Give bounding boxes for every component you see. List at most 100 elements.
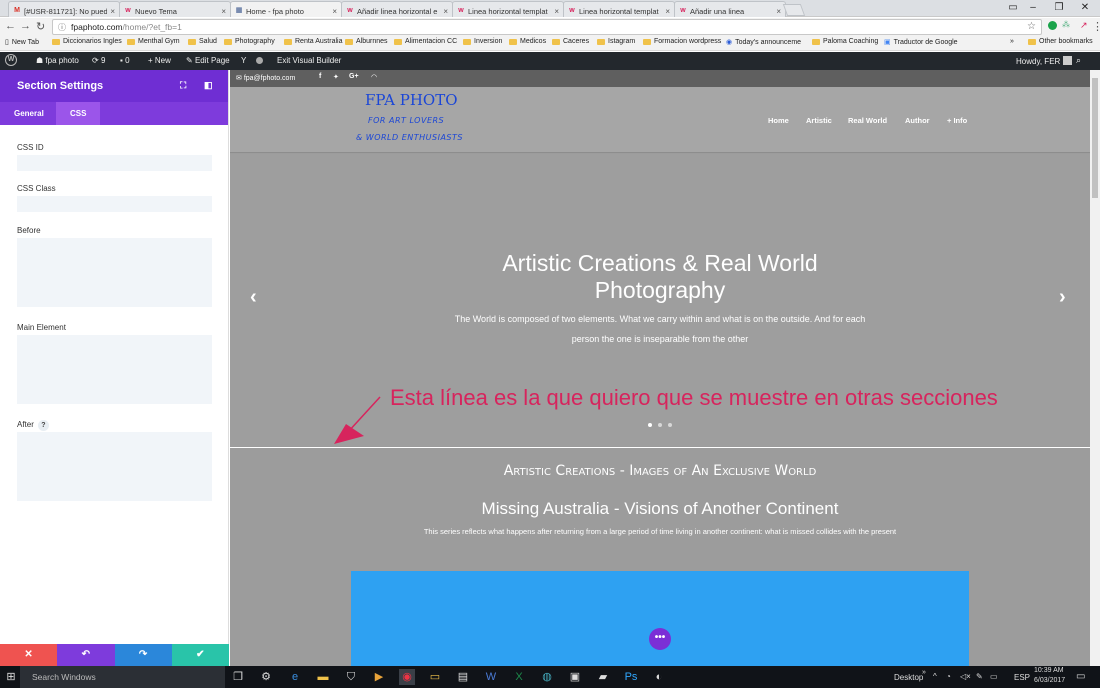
language-indicator[interactable]: ESP	[1014, 673, 1030, 682]
save-button[interactable]: ✔	[171, 644, 229, 666]
extension-icon[interactable]	[1048, 21, 1057, 30]
tab-general[interactable]: General	[0, 102, 58, 125]
redo-button[interactable]: ↷	[114, 644, 172, 666]
network-icon[interactable]: ◔	[946, 672, 951, 681]
windows-start-icon[interactable]: ⊞	[3, 669, 19, 685]
browser-tab[interactable]: M [#USR-811721]: No pued ×	[8, 1, 120, 17]
slider-dot-1[interactable]	[648, 423, 652, 427]
browser-tab[interactable]: w Linea horizontal templat ×	[563, 1, 675, 17]
browser-tab[interactable]: w Añadir una linea ×	[674, 1, 786, 17]
after-textarea[interactable]	[17, 432, 212, 501]
toolbar-overflow-icon[interactable]: »	[922, 669, 926, 676]
nav-artistic[interactable]: Artistic	[806, 116, 832, 125]
tab-css[interactable]: CSS	[56, 102, 101, 125]
wp-site-link[interactable]: ☗ fpa photo	[36, 56, 79, 65]
bookmark-item[interactable]: Alimentacion CC	[394, 38, 457, 45]
url-input[interactable]: ⓘ fpaphoto.com/home/?et_fb=1 ☆	[52, 19, 1042, 35]
bookmark-item[interactable]: Salud	[188, 38, 217, 45]
browser-tab[interactable]: w Linea horizontal templat ×	[452, 1, 564, 17]
app-icon-2[interactable]: ▣	[567, 669, 583, 685]
close-window-button[interactable]: ✕	[1070, 2, 1100, 13]
bookmark-item[interactable]: ▯ New Tab	[5, 38, 39, 47]
browser-tab[interactable]: w Añadir linea horizontal e ×	[341, 1, 453, 17]
taskbar-search[interactable]: Search Windows	[20, 666, 225, 688]
extension-icon-2[interactable]: ⁂	[1062, 20, 1070, 29]
email-link[interactable]: ✉ fpa@fphoto.com	[236, 74, 295, 82]
wp-edit-page[interactable]: ✎ Edit Page	[186, 56, 230, 65]
wp-howdy[interactable]: Howdy, FER	[1016, 56, 1072, 66]
photoshop-icon[interactable]: Ps	[623, 669, 639, 685]
slider-prev-icon[interactable]: ‹	[250, 286, 257, 309]
nav-real-world[interactable]: Real World	[848, 116, 887, 125]
main-element-textarea[interactable]	[17, 335, 212, 404]
css-class-input[interactable]	[17, 196, 212, 212]
chrome-icon[interactable]: ◉	[399, 669, 415, 685]
tab-close-icon[interactable]: ×	[332, 7, 337, 16]
tab-close-icon[interactable]: ×	[776, 7, 781, 16]
wp-updates[interactable]: ⟳ 9	[92, 56, 105, 65]
browser-tab[interactable]: ▦ Home - fpa photo ×	[230, 1, 342, 17]
bookmark-item[interactable]: Renta Australia	[284, 38, 342, 45]
bookmark-item[interactable]: Photography	[224, 38, 275, 45]
bookmark-item[interactable]: Menthal Gym	[127, 38, 180, 45]
store-icon[interactable]: ⛉	[343, 669, 359, 685]
back-icon[interactable]: ←	[5, 20, 16, 32]
bookmark-item[interactable]: ▣ Traductor de Google	[884, 38, 958, 47]
menu-icon[interactable]: ⋮	[1092, 20, 1100, 33]
other-bookmarks[interactable]: Other bookmarks	[1028, 38, 1093, 45]
nav-home[interactable]: Home	[768, 116, 789, 125]
logo-title[interactable]: FPA PHOTO	[365, 91, 458, 109]
clock-date[interactable]: 6/03/2017	[1034, 677, 1065, 684]
extension-icon-3[interactable]: ↗	[1080, 20, 1088, 31]
bookmark-star-icon[interactable]: ☆	[1027, 21, 1036, 32]
google-plus-icon[interactable]: G+	[349, 73, 359, 80]
slider-dot-3[interactable]	[668, 423, 672, 427]
photos-icon[interactable]: ▤	[455, 669, 471, 685]
app-icon-3[interactable]: ▰	[595, 669, 611, 685]
bookmark-item[interactable]: Paloma Coaching	[812, 38, 878, 45]
keyboard-icon[interactable]: ▭	[990, 672, 998, 681]
forward-icon[interactable]: →	[20, 20, 31, 32]
tab-close-icon[interactable]: ×	[554, 7, 559, 16]
bookmark-item[interactable]: Formacion wordpress	[643, 38, 721, 45]
undo-button[interactable]: ↶	[57, 644, 115, 666]
file-explorer-icon[interactable]: ▬	[315, 669, 331, 685]
volume-icon[interactable]: ◁×	[960, 672, 971, 681]
wp-comments[interactable]: ▪ 0	[120, 56, 130, 65]
twitter-icon[interactable]: ✦	[333, 73, 339, 81]
bookmarks-overflow-icon[interactable]: »	[1010, 38, 1014, 45]
browser-tab[interactable]: w Nuevo Tema ×	[119, 1, 231, 17]
bookmark-item[interactable]: Alburnnes	[345, 38, 388, 45]
clock-time[interactable]: 10:39 AM	[1034, 667, 1064, 674]
tab-close-icon[interactable]: ×	[221, 7, 226, 16]
new-tab-button[interactable]	[782, 4, 806, 16]
wordpress-logo-icon[interactable]: W	[5, 54, 17, 66]
css-id-input[interactable]	[17, 155, 212, 171]
app-icon-1[interactable]: ◍	[539, 669, 555, 685]
facebook-icon[interactable]: f	[319, 73, 321, 80]
media-player-icon[interactable]: ▶	[371, 669, 387, 685]
yoast-icon[interactable]: Y	[241, 56, 246, 65]
slider-dot-2[interactable]	[658, 423, 662, 427]
more-options-button[interactable]: •••	[649, 628, 671, 650]
bookmark-item[interactable]: Inversion	[463, 38, 502, 45]
task-view-icon[interactable]: ❐	[230, 669, 246, 685]
notifications-icon[interactable]: ▭	[1076, 671, 1085, 682]
word-icon[interactable]: W	[483, 669, 499, 685]
rss-icon[interactable]: ◠	[371, 73, 377, 81]
app-icon-4[interactable]: ◐	[651, 669, 667, 685]
tab-close-icon[interactable]: ×	[110, 7, 115, 16]
slider-next-icon[interactable]: ›	[1059, 286, 1066, 309]
excel-icon[interactable]: X	[511, 669, 527, 685]
bookmark-item[interactable]: Diccionarios Ingles	[52, 38, 122, 45]
bookmark-item[interactable]: Medicos	[509, 38, 546, 45]
bookmark-item[interactable]: ◉ Today's announceme	[726, 38, 801, 47]
info-icon[interactable]: ⓘ	[58, 22, 66, 33]
before-textarea[interactable]	[17, 238, 212, 307]
pen-icon[interactable]: ✎	[976, 672, 983, 681]
page-scrollbar[interactable]	[1090, 70, 1100, 666]
help-icon[interactable]: ?	[37, 420, 49, 431]
sidebar-toggle-icon[interactable]: ◧	[204, 80, 213, 91]
settings-icon[interactable]: ⚙	[258, 669, 274, 685]
edge-icon[interactable]: e	[287, 669, 303, 685]
